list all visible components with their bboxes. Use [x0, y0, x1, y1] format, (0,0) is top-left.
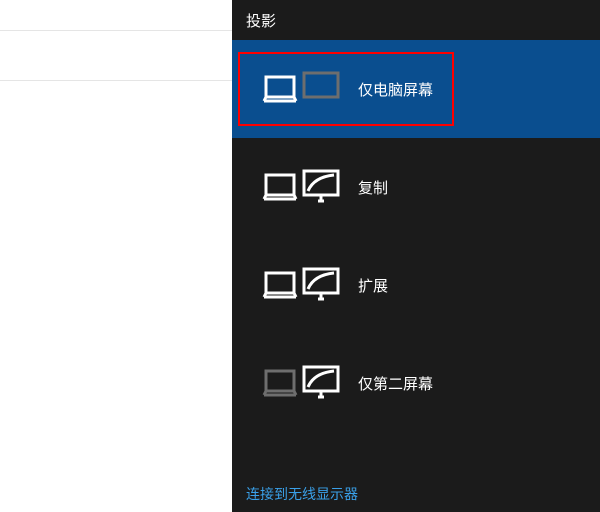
project-option-label: 扩展	[358, 275, 388, 296]
project-option-duplicate[interactable]: 复制	[232, 138, 600, 236]
second-only-icon	[262, 361, 340, 405]
divider	[0, 80, 232, 81]
duplicate-icon	[262, 165, 340, 209]
project-option-label: 仅第二屏幕	[358, 373, 433, 394]
extend-icon	[262, 263, 340, 307]
project-panel: 投影	[232, 0, 600, 512]
pc-only-icon	[262, 67, 340, 111]
project-option-label: 复制	[358, 177, 388, 198]
page-root: 投影	[0, 0, 600, 512]
panel-title: 投影	[232, 0, 600, 40]
connect-wireless-display-link[interactable]: 连接到无线显示器	[246, 484, 358, 504]
project-options: 仅电脑屏幕	[232, 40, 600, 432]
project-option-label: 仅电脑屏幕	[358, 79, 433, 100]
project-option-second-only[interactable]: 仅第二屏幕	[232, 334, 600, 432]
project-option-pc-only[interactable]: 仅电脑屏幕	[232, 40, 600, 138]
project-option-extend[interactable]: 扩展	[232, 236, 600, 334]
divider	[0, 30, 232, 31]
